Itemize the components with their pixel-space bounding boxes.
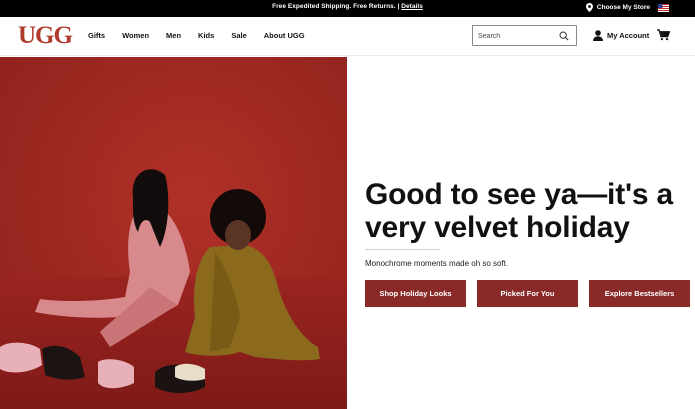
nav-item-gifts[interactable]: Gifts	[88, 31, 105, 40]
user-icon	[593, 30, 603, 41]
search-box	[472, 25, 577, 46]
site-header: UGG Gifts Women Men Kids Sale About UGG …	[0, 17, 695, 56]
cart-icon[interactable]	[657, 29, 670, 41]
shop-holiday-looks-button[interactable]: Shop Holiday Looks	[365, 280, 466, 307]
nav-item-kids[interactable]: Kids	[198, 31, 214, 40]
nav-item-about-ugg[interactable]: About UGG	[264, 31, 305, 40]
hero-divider	[365, 249, 440, 250]
nav-item-men[interactable]: Men	[166, 31, 181, 40]
hero-headline-line-2: very velvet holiday	[365, 211, 630, 244]
hero-photo	[0, 57, 347, 409]
choose-store-label: Choose My Store	[596, 4, 650, 11]
hero-subtext: Monochrome moments made oh so soft.	[365, 259, 509, 268]
promo-bar: Free Expedited Shipping. Free Returns. |…	[0, 0, 695, 17]
hero-image[interactable]	[0, 57, 347, 409]
search-icon[interactable]	[559, 31, 569, 41]
map-pin-icon	[585, 3, 593, 12]
hero-cta-group: Shop Holiday Looks Picked For You Explor…	[365, 280, 690, 307]
hero-headline: Good to see ya—it's a very velvet holida…	[365, 178, 695, 244]
hero-copy: Good to see ya—it's a very velvet holida…	[365, 178, 695, 307]
my-account-link[interactable]: My Account	[593, 30, 649, 41]
ugg-logo[interactable]: UGG	[18, 23, 73, 48]
hero-headline-line-1: Good to see ya—it's a	[365, 178, 674, 211]
choose-store-link[interactable]: Choose My Store	[585, 3, 650, 12]
explore-bestsellers-button[interactable]: Explore Bestsellers	[589, 280, 690, 307]
picked-for-you-button[interactable]: Picked For You	[477, 280, 578, 307]
nav-item-sale[interactable]: Sale	[231, 31, 246, 40]
details-link[interactable]: Details	[401, 3, 423, 10]
us-flag-icon[interactable]	[658, 4, 669, 12]
my-account-label: My Account	[607, 31, 650, 40]
promo-text: Free Expedited Shipping. Free Returns. |	[272, 3, 402, 10]
main-nav: Gifts Women Men Kids Sale About UGG	[88, 31, 322, 40]
search-input[interactable]	[478, 30, 558, 42]
nav-item-women[interactable]: Women	[122, 31, 149, 40]
